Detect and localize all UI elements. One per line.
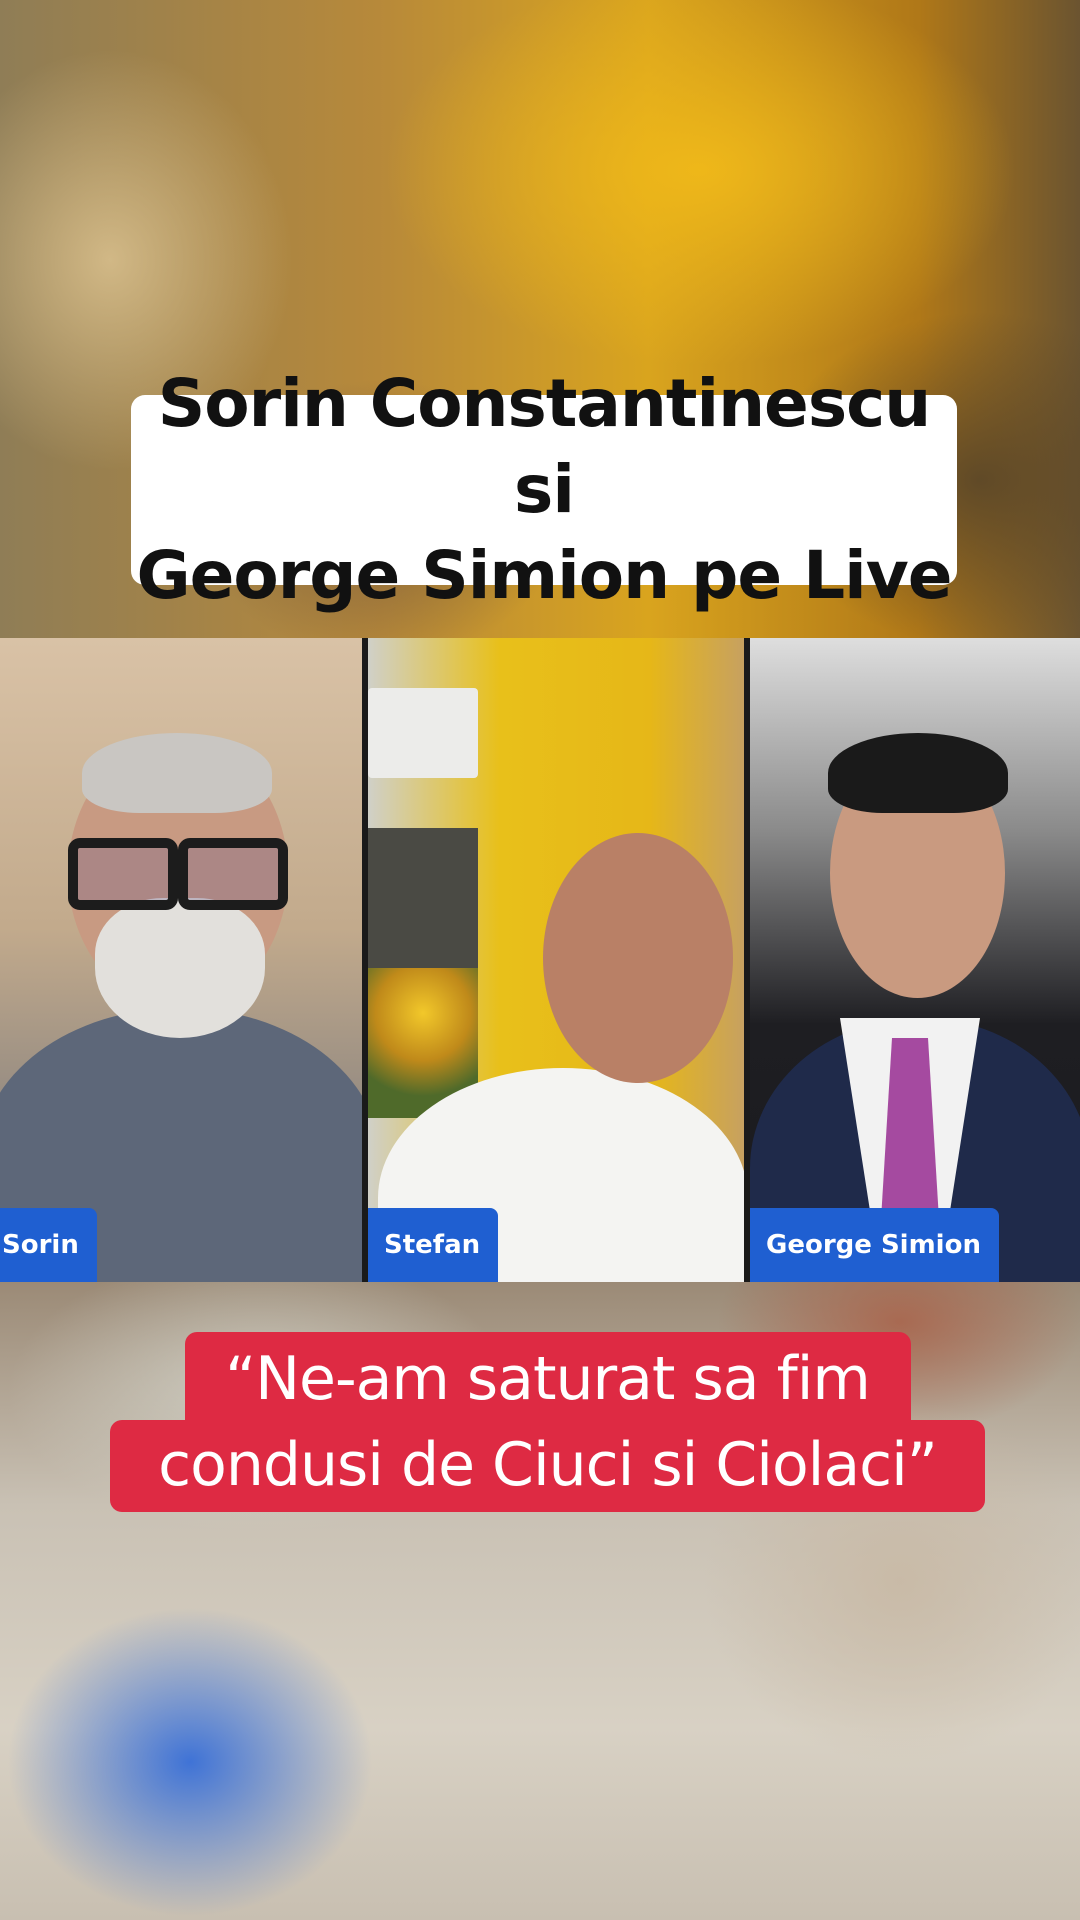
glasses-icon (68, 838, 178, 910)
participant-panel-stefan: Stefan (368, 638, 744, 1282)
person-head (543, 833, 733, 1083)
participant-panel-george-simion: George Simion (750, 638, 1080, 1282)
beard (95, 898, 265, 1038)
panel-divider (744, 638, 750, 1282)
air-conditioner (368, 688, 478, 778)
title-banner: Sorin Constantinescu si George Simion pe… (131, 365, 957, 614)
participant-name-tag: Sorin (0, 1208, 97, 1282)
live-video-panels: Sorin Stefan George Simion (0, 638, 1080, 1282)
participant-panel-sorin: Sorin (0, 638, 362, 1282)
quote-text: “Ne-am saturat sa fim condusi de Ciuci s… (158, 1344, 938, 1500)
title-text: Sorin Constantinescu si George Simion pe… (136, 365, 952, 614)
hair (82, 733, 272, 813)
participant-name-tag: Stefan (368, 1208, 499, 1282)
panel-divider (362, 638, 368, 1282)
participant-name-tag: George Simion (750, 1208, 999, 1282)
video-frame: Sorin Constantinescu si George Simion pe… (0, 0, 1080, 1920)
hair (828, 733, 1008, 813)
quote-caption: “Ne-am saturat sa fim condusi de Ciuci s… (110, 1332, 985, 1512)
glasses-icon (178, 838, 288, 910)
